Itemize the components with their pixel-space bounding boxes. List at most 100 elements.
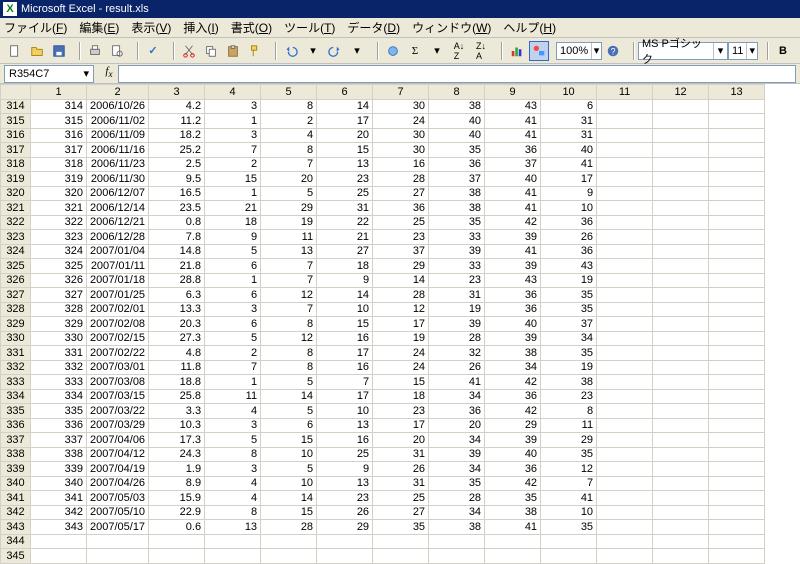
cell[interactable] [653, 389, 709, 404]
cell[interactable]: 23 [317, 491, 373, 506]
cell[interactable]: 10 [261, 447, 317, 462]
cell[interactable]: 30 [373, 143, 429, 158]
cell[interactable]: 339 [31, 462, 87, 477]
cell[interactable]: 17 [373, 418, 429, 433]
cell[interactable]: 338 [31, 447, 87, 462]
column-header[interactable]: 6 [317, 85, 373, 100]
cell[interactable]: 10.3 [149, 418, 205, 433]
cell[interactable] [205, 549, 261, 564]
copy-button[interactable] [201, 41, 221, 61]
cell[interactable]: 2007/03/15 [87, 389, 149, 404]
cell[interactable] [597, 491, 653, 506]
cell[interactable]: 16 [373, 157, 429, 172]
cell[interactable]: 3 [205, 418, 261, 433]
column-header[interactable]: 7 [373, 85, 429, 100]
cell[interactable] [597, 201, 653, 216]
cell[interactable]: 35 [429, 143, 485, 158]
cell[interactable]: 20 [429, 418, 485, 433]
cell[interactable]: 8 [261, 317, 317, 332]
cell[interactable]: 23 [373, 230, 429, 245]
cell[interactable] [597, 549, 653, 564]
cell[interactable]: 3 [205, 99, 261, 114]
cell[interactable]: 29 [261, 201, 317, 216]
cell[interactable]: 8 [205, 447, 261, 462]
cell[interactable]: 323 [31, 230, 87, 245]
format-painter-button[interactable] [245, 41, 265, 61]
cell[interactable]: 340 [31, 476, 87, 491]
cell[interactable] [709, 404, 765, 419]
column-header[interactable]: 1 [31, 85, 87, 100]
column-header[interactable]: 4 [205, 85, 261, 100]
undo-button[interactable] [281, 41, 301, 61]
cell[interactable]: 18.2 [149, 128, 205, 143]
cell[interactable]: 26 [373, 462, 429, 477]
cell[interactable] [653, 99, 709, 114]
row-header[interactable]: 337 [1, 433, 31, 448]
cell[interactable]: 41 [429, 375, 485, 390]
cell[interactable] [597, 302, 653, 317]
autosum-dropdown[interactable]: ▾ [427, 41, 447, 61]
cell[interactable] [709, 534, 765, 549]
cell[interactable]: 17 [373, 317, 429, 332]
name-box[interactable]: R354C7 ▾ [4, 65, 94, 83]
row-header[interactable]: 322 [1, 215, 31, 230]
cell[interactable]: 34 [429, 433, 485, 448]
row-header[interactable]: 318 [1, 157, 31, 172]
cell[interactable]: 315 [31, 114, 87, 129]
cell[interactable]: 17 [317, 346, 373, 361]
cell[interactable]: 38 [429, 201, 485, 216]
cell[interactable] [653, 288, 709, 303]
cell[interactable]: 317 [31, 143, 87, 158]
cell[interactable]: 26 [429, 360, 485, 375]
cell[interactable]: 38 [429, 186, 485, 201]
menu-item[interactable]: 表示(V) [131, 19, 171, 36]
cell[interactable] [709, 317, 765, 332]
cell[interactable] [709, 346, 765, 361]
cell[interactable] [709, 331, 765, 346]
sort-asc-button[interactable]: A↓Z [449, 41, 469, 61]
cell[interactable] [597, 128, 653, 143]
cell[interactable]: 28 [373, 288, 429, 303]
cell[interactable]: 15 [205, 172, 261, 187]
cell[interactable]: 12 [261, 288, 317, 303]
cell[interactable] [709, 302, 765, 317]
cell[interactable]: 10 [317, 404, 373, 419]
cell[interactable] [709, 128, 765, 143]
row-header[interactable]: 341 [1, 491, 31, 506]
cell[interactable]: 10 [261, 476, 317, 491]
row-header[interactable]: 334 [1, 389, 31, 404]
cell[interactable]: 19 [541, 273, 597, 288]
cell[interactable]: 9.5 [149, 172, 205, 187]
cell[interactable]: 28 [429, 491, 485, 506]
cell[interactable]: 40 [541, 143, 597, 158]
cell[interactable]: 5 [261, 186, 317, 201]
cell[interactable] [485, 534, 541, 549]
cell[interactable] [317, 549, 373, 564]
cell[interactable]: 9 [317, 273, 373, 288]
cell[interactable] [709, 491, 765, 506]
cell[interactable] [653, 230, 709, 245]
cell[interactable]: 20 [373, 433, 429, 448]
redo-dropdown[interactable]: ▾ [347, 41, 367, 61]
column-header[interactable]: 9 [485, 85, 541, 100]
cell[interactable] [709, 462, 765, 477]
cell[interactable]: 24 [373, 346, 429, 361]
cell[interactable] [373, 534, 429, 549]
cell[interactable]: 36 [541, 244, 597, 259]
cell[interactable]: 5 [205, 331, 261, 346]
cell[interactable] [709, 244, 765, 259]
cell[interactable] [653, 259, 709, 274]
row-header[interactable]: 330 [1, 331, 31, 346]
cell[interactable] [597, 143, 653, 158]
cell[interactable]: 2007/01/25 [87, 288, 149, 303]
cell[interactable] [541, 534, 597, 549]
cell[interactable]: 25 [317, 447, 373, 462]
cell[interactable]: 39 [485, 433, 541, 448]
row-header[interactable]: 336 [1, 418, 31, 433]
column-header[interactable]: 13 [709, 85, 765, 100]
cell[interactable]: 2006/12/28 [87, 230, 149, 245]
cell[interactable]: 7 [261, 259, 317, 274]
cell[interactable] [709, 273, 765, 288]
cell[interactable]: 4 [205, 491, 261, 506]
cell[interactable]: 27.3 [149, 331, 205, 346]
